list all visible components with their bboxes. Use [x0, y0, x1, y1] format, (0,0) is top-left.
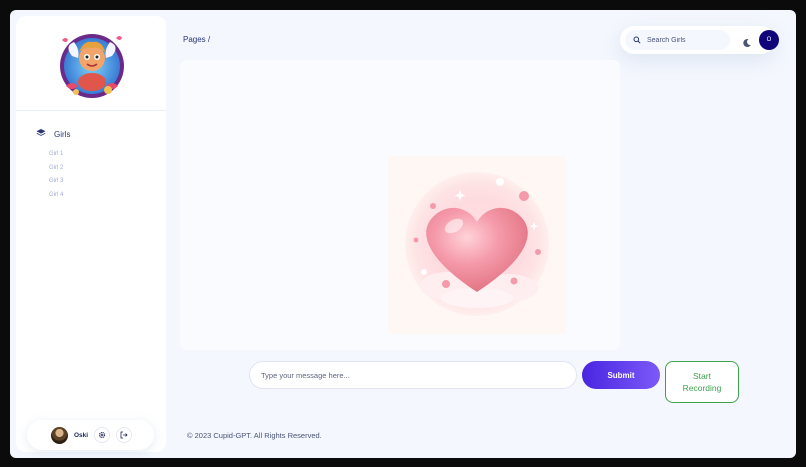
user-name: Oski	[74, 431, 89, 439]
sidebar-item-girls[interactable]: Girls	[36, 128, 70, 140]
sidebar-divider	[16, 110, 166, 111]
settings-button[interactable]	[94, 426, 111, 444]
sidebar-item-label: Girls	[54, 129, 71, 139]
sidebar-item-girl-1[interactable]: Girl 1	[49, 148, 70, 162]
submit-button[interactable]: Submit	[582, 361, 660, 389]
layers-icon	[36, 128, 46, 140]
sidebar-subitems: Girl 1 Girl 2 Girl 3 Girl 4	[49, 148, 70, 202]
logout-icon	[120, 426, 128, 444]
logout-button[interactable]	[116, 426, 133, 444]
search-icon	[633, 31, 641, 49]
start-recording-button[interactable]: Start Recording	[665, 361, 739, 403]
cupid-logo-icon[interactable]	[54, 26, 130, 102]
search-box	[625, 30, 730, 50]
user-card: Oski	[27, 420, 154, 450]
top-toolbar: O	[620, 26, 779, 54]
sidebar-item-girl-4[interactable]: Girl 4	[49, 189, 70, 203]
breadcrumb[interactable]: Pages /	[183, 35, 210, 44]
sidebar-item-girl-2[interactable]: Girl 2	[49, 162, 70, 176]
gear-icon	[98, 426, 106, 444]
search-input[interactable]	[647, 36, 727, 44]
moon-icon[interactable]	[742, 35, 752, 48]
footer-copyright: © 2023 Cupid-GPT. All Rights Reserved.	[187, 431, 322, 440]
heart-illustration	[388, 156, 566, 334]
sidebar: Girls Girl 1 Girl 2 Girl 3 Girl 4 Oski	[16, 16, 166, 452]
record-label-line1: Start	[693, 371, 711, 381]
avatar[interactable]	[51, 426, 68, 444]
profile-avatar[interactable]: O	[759, 30, 779, 50]
sidebar-nav: Girls Girl 1 Girl 2 Girl 3 Girl 4	[36, 128, 70, 202]
record-label-line2: Recording	[682, 383, 722, 393]
app-window: Girls Girl 1 Girl 2 Girl 3 Girl 4 Oski P…	[10, 10, 796, 458]
message-input[interactable]	[249, 361, 577, 389]
sidebar-item-girl-3[interactable]: Girl 3	[49, 175, 70, 189]
